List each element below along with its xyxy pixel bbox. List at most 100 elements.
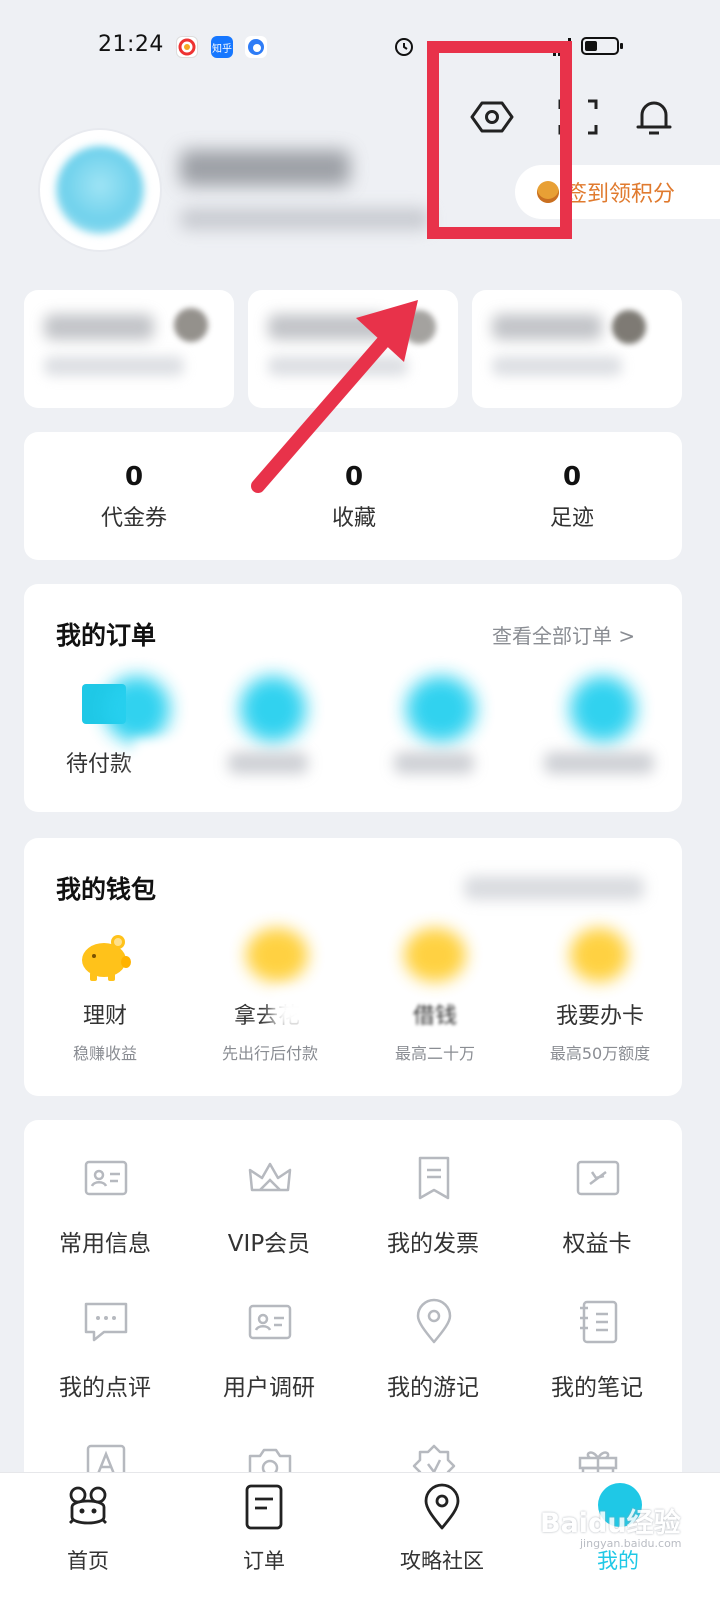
service-label: VIP会员 (227, 1231, 311, 1257)
order-icon-blurred (570, 676, 636, 742)
orders-card: 我的订单 查看全部订单 > 待付款 (24, 584, 682, 812)
service-notes[interactable]: 我的笔记 (516, 1294, 680, 1414)
wallet-item-pay-later[interactable]: 拿去花 先出行后付款 (192, 928, 352, 1078)
service-benefit-card[interactable]: 权益卡 (516, 1150, 680, 1270)
wallet-sub: 稳赚收益 (72, 1044, 137, 1063)
notebook-icon (580, 1300, 618, 1344)
stat-label: 收藏 (331, 506, 376, 531)
bottom-nav: 首页 订单 攻略社区 我的 Baidu经验 jingyan.baidu.com (0, 1472, 720, 1600)
view-all-orders-link[interactable]: 查看全部订单 > (492, 620, 635, 649)
coin-icon (537, 181, 559, 203)
wallet-label: 借钱 (412, 1004, 457, 1029)
service-vip[interactable]: VIP会员 (188, 1150, 352, 1270)
stat-favorites[interactable]: 0 收藏 (274, 462, 434, 532)
battery-icon (580, 37, 623, 55)
stat-label: 足迹 (549, 506, 594, 531)
browser-icon (245, 36, 267, 58)
stat-value: 0 (344, 462, 364, 492)
order-pending-payment[interactable]: 待付款 (54, 676, 194, 786)
location-pin-icon (416, 1298, 452, 1344)
status-icons: 4G (392, 34, 623, 58)
scan-icon[interactable] (556, 95, 600, 139)
wallet-card: 我的钱包 理财 稳赚收益 拿去花 先出行后付款 借钱 最高二十万 我要办卡 最高… (24, 838, 682, 1096)
username-blurred (180, 150, 350, 186)
stat-label: 代金券 (100, 506, 167, 531)
service-label: 我的点评 (59, 1375, 151, 1401)
piggy-bank-icon (82, 935, 131, 981)
service-travelogue[interactable]: 我的游记 (352, 1294, 516, 1414)
bell-icon[interactable] (632, 95, 676, 139)
avatar[interactable] (56, 146, 144, 234)
points-card[interactable] (248, 290, 458, 408)
zhihu-text: 知乎 (212, 43, 232, 55)
zhihu-icon: 知乎 (211, 36, 233, 58)
invoice-icon (418, 1156, 450, 1200)
card-avatar-blurred (174, 308, 208, 342)
watermark-url: jingyan.baidu.com (580, 1537, 682, 1550)
survey-icon (248, 1304, 292, 1340)
card-title-blurred (44, 314, 154, 340)
nav-orders[interactable]: 订单 (184, 1483, 344, 1593)
service-label: 常用信息 (59, 1231, 151, 1257)
service-label: 我的游记 (387, 1375, 479, 1401)
services-card: 常用信息 VIP会员 我的发票 权益卡 我的点评 用户调研 我的游记 我的笔记 (24, 1120, 682, 1520)
card-sub-blurred (268, 356, 408, 376)
blur-overlay (104, 676, 170, 742)
stats-card: 0 代金券 0 收藏 0 足迹 (24, 432, 682, 560)
status-time: 21:24 (98, 32, 164, 57)
order-pending-review[interactable] (390, 676, 510, 786)
stat-value: 0 (562, 462, 582, 492)
wallet-link-blurred[interactable] (464, 876, 644, 900)
card-sub-blurred (492, 356, 622, 376)
wallet-icon-blurred (404, 928, 466, 982)
service-survey[interactable]: 用户调研 (188, 1294, 352, 1414)
stat-vouchers[interactable]: 0 代金券 (54, 462, 214, 532)
comment-icon (84, 1302, 128, 1342)
wallet-sub: 先出行后付款 (221, 1044, 318, 1063)
service-label: 我的笔记 (551, 1375, 643, 1401)
nav-label: 首页 (67, 1549, 109, 1573)
wallet-item-credit-card[interactable]: 我要办卡 最高50万额度 (520, 928, 680, 1078)
wallet-label: 我要办卡 (555, 1004, 644, 1029)
ticket-icon (576, 1160, 620, 1196)
order-label-blurred (228, 752, 308, 774)
service-label: 我的发票 (387, 1231, 479, 1257)
card-avatar-blurred (612, 310, 646, 344)
signal-icon (552, 36, 571, 56)
order-label: 待付款 (66, 752, 133, 777)
nav-home[interactable]: 首页 (8, 1483, 168, 1593)
service-label: 权益卡 (562, 1231, 632, 1257)
wallet-item-loan[interactable]: 借钱 最高二十万 (360, 928, 510, 1078)
wallet-icon-blurred (570, 928, 628, 982)
membership-card[interactable] (24, 290, 234, 408)
watermark-text: Baidu经验 (540, 1508, 681, 1539)
order-icon-blurred (240, 676, 306, 742)
order-refund[interactable] (540, 676, 670, 786)
service-reviews[interactable]: 我的点评 (24, 1294, 188, 1414)
order-icon-blurred (406, 676, 476, 742)
stat-history[interactable]: 0 足迹 (492, 462, 652, 532)
order-icon (245, 1484, 283, 1530)
stat-value: 0 (124, 462, 144, 492)
service-invoice[interactable]: 我的发票 (352, 1150, 516, 1270)
signin-button[interactable]: 签到领积分 (515, 165, 720, 219)
signin-label: 签到领积分 (565, 182, 676, 207)
wallet-icon-blurred (246, 928, 308, 982)
nav-community[interactable]: 攻略社区 (362, 1483, 522, 1593)
blur-overlay (272, 992, 342, 1030)
order-pending-travel[interactable] (224, 676, 344, 786)
wallet-item-invest[interactable]: 理财 稳赚收益 (30, 928, 180, 1078)
service-label: 用户调研 (223, 1375, 315, 1401)
alarm-icon (395, 38, 413, 56)
card-title-blurred (492, 314, 602, 340)
wallet-title: 我的钱包 (56, 875, 157, 904)
crown-icon (248, 1162, 292, 1192)
card-sub-blurred (44, 356, 184, 376)
settings-icon[interactable] (470, 95, 514, 139)
benefit-card[interactable] (472, 290, 682, 408)
wallet-sub: 最高二十万 (394, 1044, 475, 1063)
user-subtitle-blurred (180, 208, 430, 230)
weibo-icon (176, 36, 198, 58)
network-label: 4G (526, 39, 543, 53)
service-frequent-info[interactable]: 常用信息 (24, 1150, 188, 1270)
